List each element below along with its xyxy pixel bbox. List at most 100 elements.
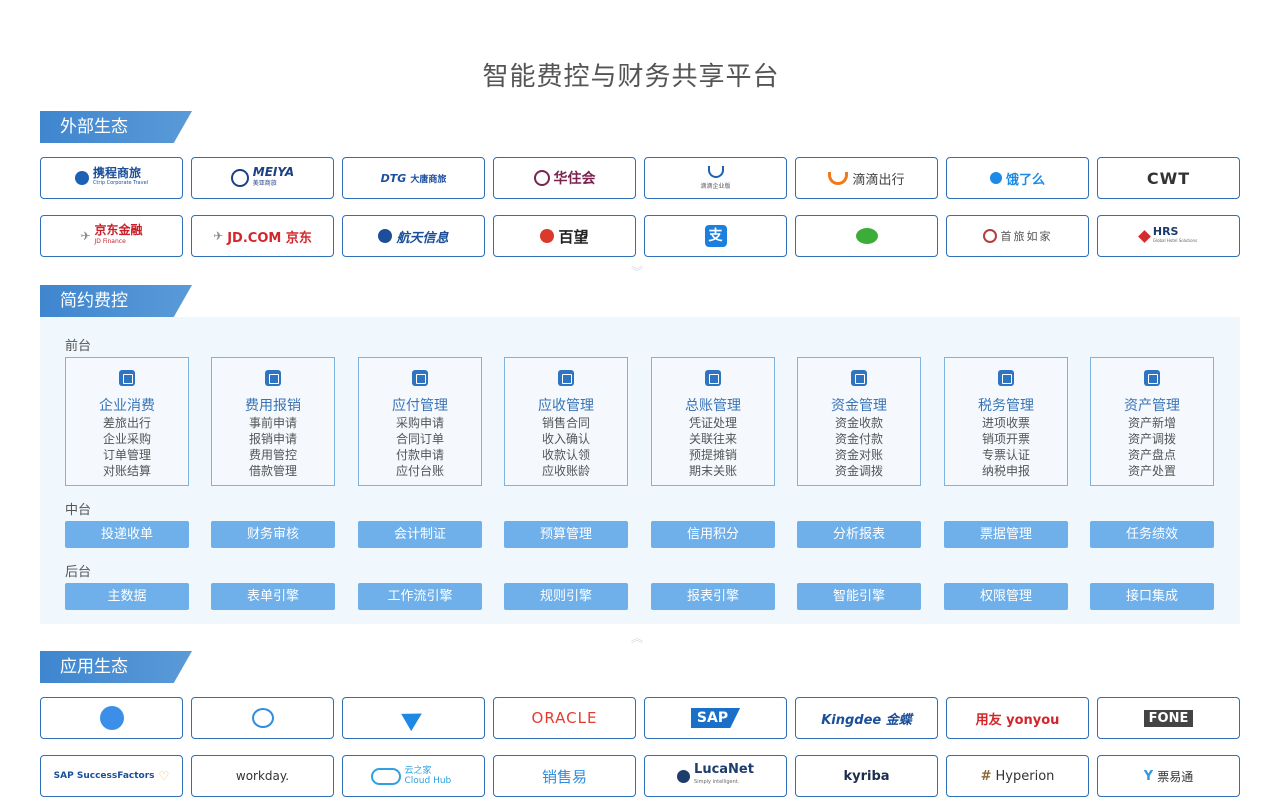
module-icon	[998, 370, 1014, 386]
yonyou-label: 用友 yonyou	[975, 712, 1060, 728]
logo-dingtalk[interactable]	[40, 697, 183, 739]
logo-didi-enterprise[interactable]: 滴滴企业版	[644, 157, 787, 199]
logo-cwt[interactable]: CWT	[1097, 157, 1240, 199]
back-platform-button[interactable]: 主数据	[65, 583, 189, 610]
logo-eleme[interactable]: 饿了么	[946, 157, 1089, 199]
module-item: 企业采购	[102, 432, 151, 446]
logo-fone[interactable]: FONE	[1097, 697, 1240, 739]
jd-finance-label: 京东金融	[94, 223, 143, 237]
section-tag-control: 简约费控	[40, 285, 192, 317]
logo-successfactors[interactable]: SAP SuccessFactors ♡	[40, 755, 183, 797]
module-card[interactable]: 资产管理 资产新增 资产调拨 资产盘点 资产处置	[1090, 357, 1214, 486]
logo-feishu[interactable]	[342, 697, 485, 739]
logo-meiya[interactable]: MEIYA 美亚商旅	[191, 157, 334, 199]
aisino-icon	[378, 229, 393, 243]
logo-ctrip[interactable]: 携程商旅 Ctrip Corporate Travel	[40, 157, 183, 199]
middle-platform-button[interactable]: 任务绩效	[1090, 521, 1214, 548]
back-platform-button[interactable]: 工作流引擎	[358, 583, 482, 610]
module-icon	[119, 370, 135, 386]
jd-finance-sublabel: JD Finance	[94, 238, 126, 245]
module-icon	[1144, 370, 1160, 386]
logo-kyriba[interactable]: kyriba	[795, 755, 938, 797]
workday-label: workday.	[235, 769, 290, 783]
module-card[interactable]: 应付管理 采购申请 合同订单 付款申请 应付台账	[358, 357, 482, 486]
hrs-icon	[1137, 229, 1151, 243]
logo-jd-finance[interactable]: ✈ 京东金融 JD Finance	[40, 215, 183, 257]
logo-yonyou[interactable]: 用友 yonyou	[946, 697, 1089, 739]
wechat-icon	[855, 228, 878, 244]
middle-label: 中台	[65, 503, 92, 518]
middle-platform-button[interactable]: 会计制证	[358, 521, 482, 548]
module-item: 资产处置	[1127, 464, 1176, 478]
back-platform-button[interactable]: 表单引擎	[211, 583, 335, 610]
logo-piaoyitong[interactable]: Y 票易通	[1097, 755, 1240, 797]
module-card[interactable]: 税务管理 进项收票 销项开票 专票认证 纳税申报	[944, 357, 1068, 486]
section-tag-external: 外部生态	[40, 111, 192, 143]
module-item: 应收账龄	[541, 464, 590, 478]
module-card[interactable]: 企业消费 差旅出行 企业采购 订单管理 对账结算	[65, 357, 189, 486]
logo-cloudhub[interactable]: 云之家 Cloud Hub	[342, 755, 485, 797]
hyperion-icon: #	[980, 768, 992, 784]
back-platform-button[interactable]: 权限管理	[944, 583, 1068, 610]
logo-hyperion[interactable]: # Hyperion	[946, 755, 1089, 797]
logo-workday[interactable]: workday.	[191, 755, 334, 797]
successfactors-label: SAP SuccessFactors	[53, 771, 155, 781]
hrs-label: HRS	[1152, 225, 1179, 238]
module-item: 预提摊销	[688, 448, 737, 462]
logo-didi[interactable]: 滴滴出行	[795, 157, 938, 199]
module-item: 销项开票	[981, 432, 1030, 446]
module-item: 资产新增	[1127, 416, 1176, 430]
logo-alipay[interactable]: 支	[644, 215, 787, 257]
didi-enterprise-label: 滴滴企业版	[700, 183, 731, 190]
logo-aisino[interactable]: 航天信息	[342, 215, 485, 257]
back-platform-button[interactable]: 报表引擎	[651, 583, 775, 610]
module-title: 应收管理	[538, 398, 594, 414]
logo-hrs[interactable]: HRS Global Hotel Solutions	[1097, 215, 1240, 257]
middle-platform-button[interactable]: 财务审核	[211, 521, 335, 548]
page-title: 智能费控与财务共享平台	[482, 62, 780, 92]
middle-platform-button[interactable]: 分析报表	[797, 521, 921, 548]
middle-platform-button[interactable]: 预算管理	[504, 521, 628, 548]
jd-finance-icon: ✈	[80, 229, 91, 243]
hrs-sublabel: Global Hotel Solutions	[1152, 238, 1198, 243]
jd-label: JD.COM 京东	[227, 230, 312, 246]
module-title: 费用报销	[245, 398, 301, 414]
logo-baiwang[interactable]: 百望	[493, 215, 636, 257]
logo-homeinns[interactable]: 首旅如家	[946, 215, 1089, 257]
middle-platform-button[interactable]: 票据管理	[944, 521, 1068, 548]
module-card[interactable]: 应收管理 销售合同 收入确认 收款认领 应收账龄	[504, 357, 628, 486]
lucanet-label: LucaNet	[694, 762, 754, 777]
middle-platform-button[interactable]: 投递收单	[65, 521, 189, 548]
module-card[interactable]: 总账管理 凭证处理 关联往来 预提摊销 期末关账	[651, 357, 775, 486]
logo-oracle[interactable]: ORACLE	[493, 697, 636, 739]
logo-dtg[interactable]: DTG 大唐商旅	[342, 157, 485, 199]
piaoyitong-icon: Y	[1143, 768, 1154, 784]
section-tag-apps: 应用生态	[40, 651, 192, 683]
module-icon	[705, 370, 721, 386]
logo-jd[interactable]: ✈ JD.COM 京东	[191, 215, 334, 257]
didi-label: 滴滴出行	[852, 172, 905, 188]
back-label: 后台	[65, 565, 92, 580]
module-card[interactable]: 费用报销 事前申请 报销申请 费用管控 借款管理	[211, 357, 335, 486]
logo-wechat[interactable]	[795, 215, 938, 257]
module-title: 资金管理	[831, 398, 887, 414]
eleme-label: 饿了么	[1005, 172, 1045, 188]
module-item: 专票认证	[981, 448, 1030, 462]
heart-icon: ♡	[158, 769, 170, 783]
module-item: 资产盘点	[1127, 448, 1176, 462]
back-platform-button[interactable]: 智能引擎	[797, 583, 921, 610]
middle-platform-button[interactable]: 信用积分	[651, 521, 775, 548]
control-panel: 前台 中台 后台 企业消费 差旅出行 企业采购 订单管理 对账结算 费用报销 事前申请 报销申…	[40, 317, 1240, 624]
baiwang-icon	[540, 229, 555, 243]
logo-sap[interactable]: SAP	[644, 697, 787, 739]
module-item: 收入确认	[541, 432, 590, 446]
logo-xiaoshouyi[interactable]: 销售易	[493, 755, 636, 797]
logo-kingdee[interactable]: Kingdee 金蝶	[795, 697, 938, 739]
alipay-icon: 支	[704, 225, 727, 247]
back-platform-button[interactable]: 接口集成	[1090, 583, 1214, 610]
logo-huazhu[interactable]: 华住会	[493, 157, 636, 199]
module-card[interactable]: 资金管理 资金收款 资金付款 资金对账 资金调拨	[797, 357, 921, 486]
logo-wework[interactable]	[191, 697, 334, 739]
back-platform-button[interactable]: 规则引擎	[504, 583, 628, 610]
logo-lucanet[interactable]: LucaNet Simply intelligent.	[644, 755, 787, 797]
